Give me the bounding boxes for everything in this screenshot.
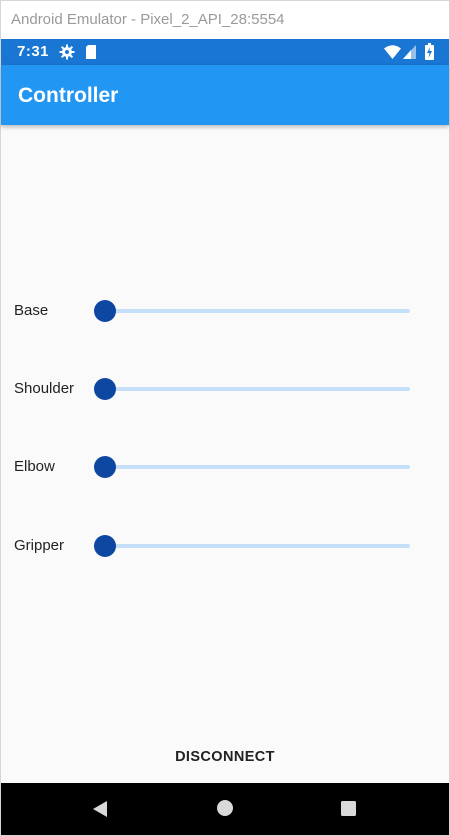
navigation-bar (1, 783, 449, 835)
back-icon[interactable] (91, 800, 109, 823)
base-slider-thumb[interactable] (94, 300, 116, 322)
recents-icon[interactable] (340, 800, 357, 822)
elbow-slider-track[interactable] (105, 465, 410, 469)
disconnect-button[interactable]: DISCONNECT (165, 739, 285, 775)
status-bar: 7:31 (1, 39, 449, 65)
slider-label: Gripper (14, 537, 65, 554)
slider-row-shoulder: Shoulder (1, 369, 449, 409)
sd-card-icon (85, 44, 97, 64)
main-content: Base Shoulder Elbow Gripper DISCONNECT (1, 125, 449, 783)
slider-label: Shoulder (14, 380, 75, 397)
signal-icon (403, 45, 416, 63)
emulator-window: Android Emulator - Pixel_2_API_28:5554 7… (0, 0, 450, 836)
slider-row-elbow: Elbow (1, 447, 449, 487)
slider-label: Elbow (14, 458, 55, 475)
gripper-slider-thumb[interactable] (94, 535, 116, 557)
slider-row-gripper: Gripper (1, 526, 449, 566)
window-title-bar: Android Emulator - Pixel_2_API_28:5554 (1, 1, 449, 39)
window-title: Android Emulator - Pixel_2_API_28:5554 (11, 11, 285, 28)
shoulder-slider-thumb[interactable] (94, 378, 116, 400)
app-bar: Controller (1, 65, 449, 125)
status-time: 7:31 (17, 43, 50, 60)
base-slider-track[interactable] (105, 309, 410, 313)
slider-row-base: Base (1, 291, 449, 331)
page-title: Controller (18, 84, 119, 107)
gripper-slider-track[interactable] (105, 544, 410, 548)
home-icon[interactable] (216, 799, 234, 822)
wifi-icon (384, 45, 401, 63)
elbow-slider-thumb[interactable] (94, 456, 116, 478)
gear-icon (59, 44, 75, 64)
slider-label: Base (14, 302, 49, 319)
battery-icon (425, 43, 434, 64)
shoulder-slider-track[interactable] (105, 387, 410, 391)
